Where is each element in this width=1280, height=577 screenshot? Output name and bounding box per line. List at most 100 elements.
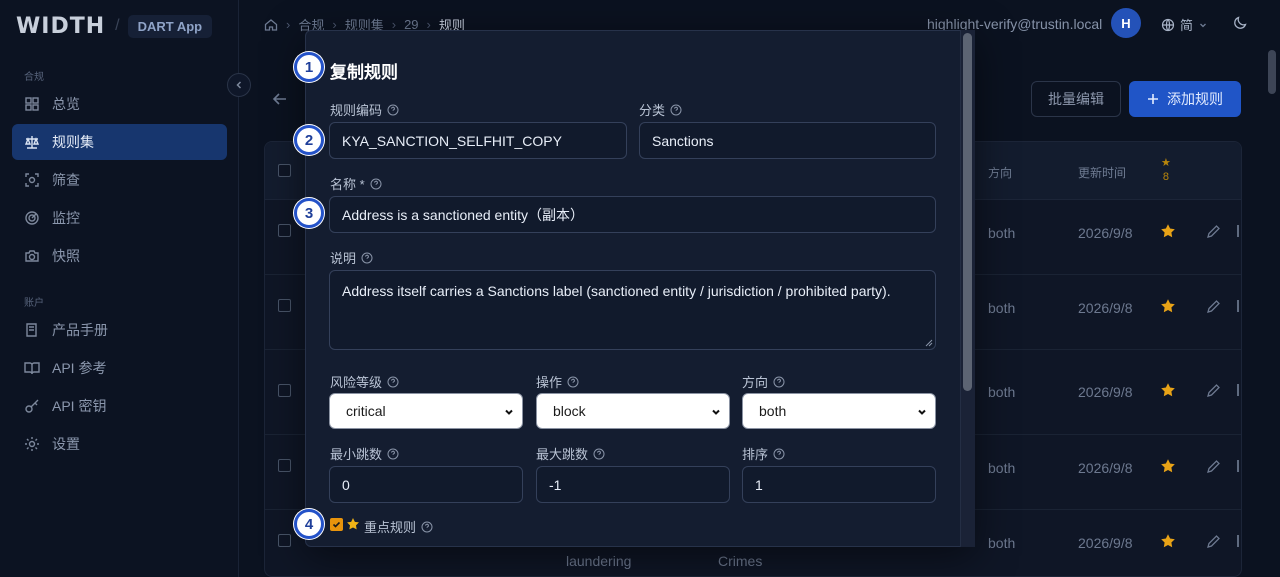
sidebar-collapse-button[interactable]	[227, 73, 251, 97]
resize-handle-icon[interactable]	[925, 339, 933, 347]
column-header-direction[interactable]: 方向	[988, 164, 1012, 181]
add-rule-button[interactable]: 添加规则	[1129, 81, 1241, 117]
table-cell: laundering	[566, 553, 632, 569]
dialog-title: 复制规则	[330, 63, 398, 82]
dialog-scrollbar-thumb[interactable]	[963, 33, 972, 391]
row-checkbox[interactable]	[278, 459, 291, 472]
add-rule-label: 添加规则	[1167, 91, 1223, 107]
row-updated: 2026/9/8	[1078, 384, 1133, 400]
help-icon[interactable]	[567, 376, 579, 388]
star-icon[interactable]	[1160, 533, 1176, 549]
row-checkbox[interactable]	[278, 224, 291, 237]
help-icon[interactable]	[421, 521, 433, 533]
row-direction: both	[988, 225, 1016, 241]
column-header-key-rules[interactable]: ★ 8	[1161, 156, 1171, 184]
action-value: block	[553, 403, 586, 419]
row-checkbox[interactable]	[278, 384, 291, 397]
help-icon[interactable]	[361, 252, 373, 264]
risk-level-select[interactable]: critical	[329, 393, 523, 429]
rule-code-input[interactable]: KYA_SANCTION_SELFHIT_COPY	[329, 122, 627, 159]
star-icon[interactable]	[1160, 298, 1176, 314]
help-icon[interactable]	[670, 104, 682, 116]
key-rule-label: 重点规则	[364, 517, 433, 536]
moon-icon[interactable]	[1233, 15, 1248, 30]
language-switcher[interactable]: 简	[1161, 15, 1207, 34]
row-actions-icon[interactable]	[1237, 535, 1241, 547]
row-actions-icon[interactable]	[1237, 300, 1241, 312]
description-textarea[interactable]: Address itself carries a Sanctions label…	[329, 270, 936, 350]
help-icon[interactable]	[593, 448, 605, 460]
category-label-text: 分类	[639, 103, 666, 118]
sidebar-item-snapshots[interactable]: 快照	[12, 238, 227, 274]
edit-icon[interactable]	[1206, 224, 1221, 239]
sidebar-item-monitoring[interactable]: 监控	[12, 200, 227, 236]
edit-icon[interactable]	[1206, 459, 1221, 474]
brand-logo[interactable]: WIDTH	[16, 14, 105, 39]
star-icon[interactable]	[1160, 458, 1176, 474]
column-header-updated[interactable]: 更新时间	[1078, 164, 1126, 181]
step-marker-1: 1	[294, 52, 324, 82]
help-icon[interactable]	[773, 448, 785, 460]
sidebar-item-api-keys[interactable]: API 密钥	[12, 388, 227, 424]
row-updated: 2026/9/8	[1078, 300, 1133, 316]
sidebar-item-screening[interactable]: 筛查	[12, 162, 227, 198]
name-input[interactable]: Address is a sanctioned entity（副本）	[329, 196, 936, 233]
edit-icon[interactable]	[1206, 534, 1221, 549]
help-icon[interactable]	[387, 376, 399, 388]
avatar[interactable]: H	[1111, 8, 1141, 38]
select-all-checkbox[interactable]	[278, 164, 291, 177]
edit-icon[interactable]	[1206, 383, 1221, 398]
dashboard-icon	[24, 96, 40, 112]
back-arrow-icon[interactable]	[271, 90, 289, 108]
help-icon[interactable]	[387, 448, 399, 460]
sidebar-item-api-reference[interactable]: API 参考	[12, 350, 227, 386]
help-icon[interactable]	[387, 104, 399, 116]
action-select[interactable]: block	[536, 393, 730, 429]
chevron-left-icon	[236, 81, 242, 89]
edit-icon[interactable]	[1206, 299, 1221, 314]
scale-icon	[24, 134, 40, 150]
row-actions-icon[interactable]	[1237, 460, 1241, 472]
app-badge: DART App	[127, 14, 213, 38]
category-label: 分类	[639, 100, 682, 119]
sort-label-text: 排序	[742, 447, 769, 462]
help-icon[interactable]	[773, 376, 785, 388]
key-rule-checkbox[interactable]	[330, 518, 343, 531]
star-icon	[346, 517, 360, 531]
chevron-down-icon	[504, 407, 514, 417]
row-direction: both	[988, 384, 1016, 400]
max-hops-input[interactable]: -1	[536, 466, 730, 503]
max-hops-label-text: 最大跳数	[536, 447, 589, 462]
row-checkbox[interactable]	[278, 534, 291, 547]
row-checkbox[interactable]	[278, 299, 291, 312]
sidebar-item-label: API 参考	[52, 360, 107, 376]
min-hops-input[interactable]: 0	[329, 466, 523, 503]
open-book-icon	[24, 360, 40, 376]
plus-icon	[1147, 93, 1159, 105]
star-icon[interactable]	[1160, 223, 1176, 239]
batch-edit-button[interactable]: 批量编辑	[1031, 81, 1121, 117]
sidebar-item-rulesets[interactable]: 规则集	[12, 124, 227, 160]
home-icon[interactable]	[264, 18, 278, 32]
gear-icon	[24, 436, 40, 452]
description-label-text: 说明	[330, 251, 357, 266]
help-icon[interactable]	[370, 178, 382, 190]
sidebar-item-manual[interactable]: 产品手册	[12, 312, 227, 348]
sidebar-item-overview[interactable]: 总览	[12, 86, 227, 122]
description-text: Address itself carries a Sanctions label…	[342, 283, 891, 299]
language-label: 简	[1180, 18, 1194, 33]
sidebar-item-settings[interactable]: 设置	[12, 426, 227, 462]
category-input[interactable]: Sanctions	[639, 122, 936, 159]
step-marker-3: 3	[294, 198, 324, 228]
row-actions-icon[interactable]	[1237, 384, 1241, 396]
sidebar-item-label: API 密钥	[52, 398, 107, 414]
direction-value: both	[759, 403, 787, 419]
sidebar-item-label: 设置	[52, 436, 80, 452]
book-icon	[24, 322, 40, 338]
step-marker-2: 2	[294, 125, 324, 155]
sort-input[interactable]: 1	[742, 466, 936, 503]
direction-select[interactable]: both	[742, 393, 936, 429]
page-scrollbar-thumb[interactable]	[1268, 50, 1276, 94]
star-icon[interactable]	[1160, 382, 1176, 398]
row-actions-icon[interactable]	[1237, 225, 1241, 237]
